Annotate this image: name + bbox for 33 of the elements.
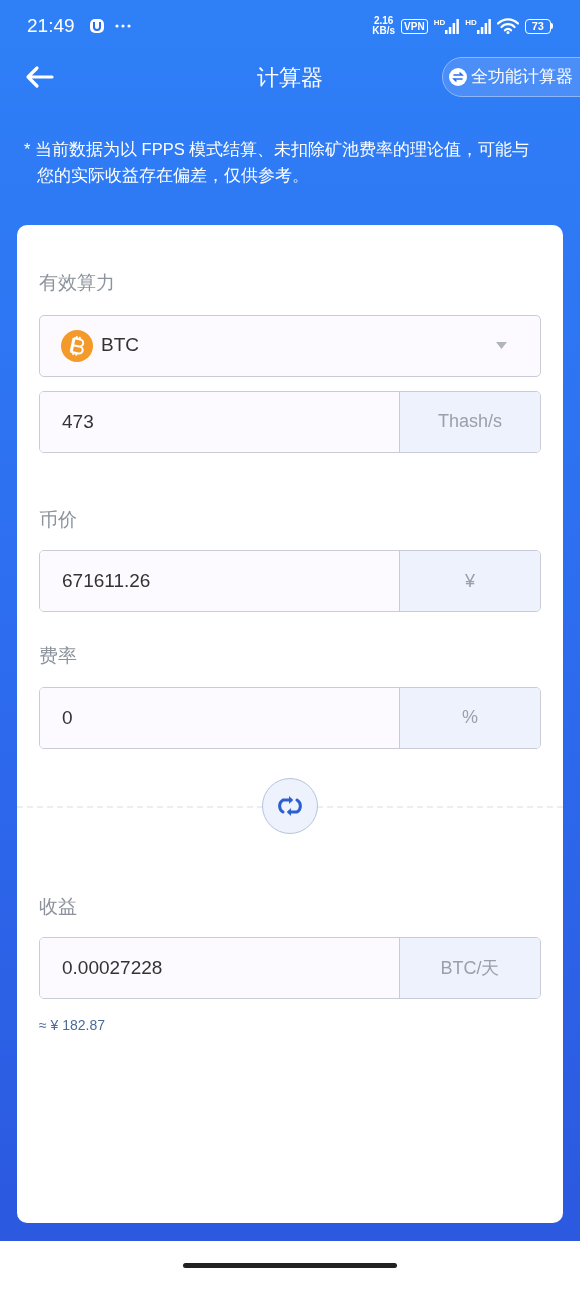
- wifi-icon: [496, 18, 519, 34]
- disclaimer-text: * 当前数据为以 FPPS 模式结算、未扣除矿池费率的理论值，可能与您的实际收益存在偏差，仅供参考。: [24, 139, 531, 186]
- coin-select[interactable]: BTC: [39, 314, 541, 377]
- page-title: 计算器: [257, 63, 323, 92]
- unit-label: %: [399, 687, 540, 748]
- signal-icon: [445, 18, 460, 34]
- network-speed-unit: KB/s: [372, 26, 396, 36]
- fee-input[interactable]: 0: [40, 687, 399, 748]
- bitcoin-icon: [61, 329, 93, 362]
- coin-name: BTC: [101, 333, 139, 358]
- hashrate-input[interactable]: 473: [40, 391, 399, 452]
- field-label: 币价: [39, 507, 78, 532]
- status-time: 21:49: [27, 13, 75, 38]
- swap-icon: [277, 794, 303, 817]
- vpn-indicator: VPN: [401, 18, 428, 34]
- signal-icon: [476, 18, 491, 34]
- income-input[interactable]: 0.00027228: [40, 938, 399, 998]
- price-input[interactable]: 671611.26: [40, 551, 399, 611]
- network-type-label: HD: [465, 18, 477, 27]
- app-notification-icon: [88, 18, 105, 34]
- swap-icon: [449, 68, 467, 86]
- unit-label: Thash/s: [399, 391, 540, 452]
- battery-indicator: 73: [524, 18, 553, 34]
- unit-label: ¥: [399, 551, 540, 611]
- more-notifications-icon: [114, 24, 131, 28]
- field-label: 费率: [39, 644, 78, 668]
- dropdown-caret-icon: [496, 342, 507, 349]
- unit-label: BTC/天: [399, 938, 540, 998]
- field-label: 有效算力: [39, 271, 116, 295]
- income-estimate: ≈ ¥ 182.87: [39, 1016, 107, 1035]
- network-speed-value: 2.16: [373, 16, 394, 26]
- field-label: 收益: [39, 894, 78, 919]
- network-type-label: HD: [433, 18, 446, 27]
